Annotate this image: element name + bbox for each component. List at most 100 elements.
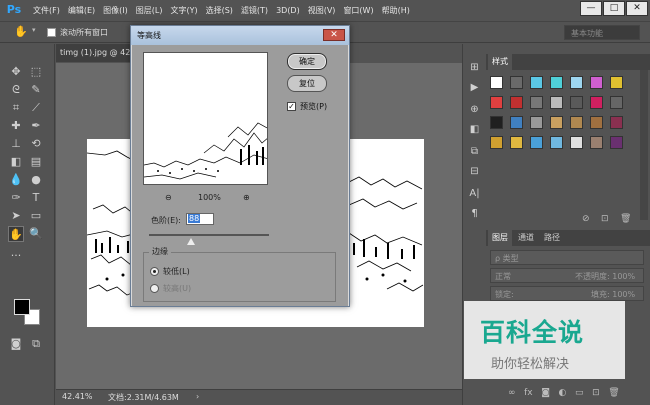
- rectangle-tool-icon[interactable]: ▭: [28, 208, 44, 224]
- scroll-all-windows-checkbox[interactable]: [47, 28, 56, 37]
- menu-window[interactable]: 窗口(W): [343, 5, 373, 16]
- quick-mask-icon[interactable]: ◙: [8, 336, 24, 352]
- fx-icon[interactable]: fx: [524, 388, 533, 398]
- hand-tool-icon[interactable]: ✋: [14, 25, 28, 38]
- style-item[interactable]: [490, 96, 503, 109]
- filter-preview[interactable]: [143, 52, 268, 185]
- new-style-icon[interactable]: ⊡: [601, 214, 609, 224]
- menu-file[interactable]: 文件(F): [33, 5, 60, 16]
- brush-tool-icon[interactable]: ✒: [28, 118, 44, 134]
- style-item[interactable]: [610, 136, 623, 149]
- menu-edit[interactable]: 编辑(E): [68, 5, 95, 16]
- level-input[interactable]: 88: [186, 213, 214, 225]
- adjustment-icon[interactable]: ◐: [559, 388, 567, 398]
- menu-filter[interactable]: 滤镜(T): [241, 5, 268, 16]
- history-brush-tool-icon[interactable]: ⟲: [28, 136, 44, 152]
- blend-mode-select[interactable]: 正常 不透明度: 100%: [490, 268, 644, 283]
- blur-tool-icon[interactable]: 💧: [8, 172, 24, 188]
- paragraph-panel-icon[interactable]: ¶: [467, 206, 482, 221]
- dialog-close-button[interactable]: ✕: [323, 29, 345, 41]
- delete-style-icon[interactable]: 🗑: [620, 214, 631, 224]
- tool-presets-icon[interactable]: ⊟: [467, 164, 482, 179]
- style-item[interactable]: [570, 136, 583, 149]
- style-item[interactable]: [590, 96, 603, 109]
- menu-select[interactable]: 选择(S): [206, 5, 233, 16]
- menu-type[interactable]: 文字(Y): [170, 5, 197, 16]
- crop-tool-icon[interactable]: ⌗: [8, 100, 24, 116]
- style-item[interactable]: [610, 76, 623, 89]
- menu-image[interactable]: 图像(I): [103, 5, 128, 16]
- document-tab[interactable]: timg (1).jpg @ 42.4%: [56, 44, 138, 62]
- style-item[interactable]: [590, 116, 603, 129]
- edge-lower-radio[interactable]: [150, 267, 159, 276]
- menu-help[interactable]: 帮助(H): [382, 5, 410, 16]
- character-panel-icon[interactable]: A|: [467, 186, 482, 201]
- ok-button[interactable]: 确定: [287, 53, 327, 70]
- brush-settings-icon[interactable]: ⊕: [467, 102, 482, 117]
- style-item[interactable]: [510, 116, 523, 129]
- quick-select-tool-icon[interactable]: ✎: [28, 82, 44, 98]
- level-slider-track[interactable]: [149, 234, 269, 236]
- chevron-right-icon[interactable]: ›: [196, 392, 199, 401]
- mask-icon[interactable]: ◙: [541, 388, 550, 398]
- style-item[interactable]: [570, 116, 583, 129]
- dodge-tool-icon[interactable]: ●: [28, 172, 44, 188]
- style-item[interactable]: [610, 96, 623, 109]
- workspace-select[interactable]: 基本功能: [564, 25, 640, 40]
- style-item[interactable]: [490, 116, 503, 129]
- style-item[interactable]: [550, 116, 563, 129]
- new-layer-icon[interactable]: ⊡: [592, 388, 600, 398]
- clone-stamp-tool-icon[interactable]: ⊥: [8, 136, 24, 152]
- clear-style-icon[interactable]: ⊘: [582, 214, 590, 224]
- close-button[interactable]: ✕: [626, 1, 648, 16]
- tab-layers[interactable]: 图层: [488, 230, 512, 246]
- style-item[interactable]: [510, 76, 523, 89]
- more-tools-icon[interactable]: ···: [8, 248, 24, 264]
- restore-button[interactable]: □: [603, 1, 625, 16]
- style-item[interactable]: [510, 136, 523, 149]
- group-icon[interactable]: ▭: [575, 388, 584, 398]
- styles-scrollbar[interactable]: [640, 70, 648, 220]
- zoom-level[interactable]: 42.41%: [62, 392, 93, 401]
- style-item[interactable]: [550, 76, 563, 89]
- zoom-tool-icon[interactable]: 🔍: [28, 226, 44, 242]
- foreground-color-swatch[interactable]: [14, 299, 30, 315]
- style-item[interactable]: [610, 116, 623, 129]
- actions-play-icon[interactable]: ▶: [467, 80, 482, 95]
- eyedropper-tool-icon[interactable]: ⟋: [28, 100, 44, 116]
- zoom-in-icon[interactable]: ⊕: [243, 193, 250, 202]
- style-item[interactable]: [530, 116, 543, 129]
- edge-upper-radio[interactable]: [150, 284, 159, 293]
- menu-layer[interactable]: 图层(L): [136, 5, 163, 16]
- lasso-tool-icon[interactable]: ᘓ: [8, 82, 24, 98]
- style-item[interactable]: [590, 136, 603, 149]
- minimize-button[interactable]: —: [580, 1, 602, 16]
- style-none[interactable]: [490, 76, 503, 89]
- level-slider-thumb[interactable]: [187, 238, 195, 245]
- history-panel-icon[interactable]: ⊞: [467, 60, 482, 75]
- gradient-tool-icon[interactable]: ▤: [28, 154, 44, 170]
- delete-layer-icon[interactable]: 🗑: [608, 388, 619, 398]
- tab-channels[interactable]: 通道: [514, 230, 538, 246]
- style-item[interactable]: [570, 76, 583, 89]
- style-item[interactable]: [590, 76, 603, 89]
- menu-3d[interactable]: 3D(D): [276, 6, 300, 15]
- style-item[interactable]: [510, 96, 523, 109]
- layer-filter-kind[interactable]: ρ 类型: [490, 250, 644, 265]
- move-tool-icon[interactable]: ✥: [8, 64, 24, 80]
- tab-paths[interactable]: 路径: [540, 230, 564, 246]
- preview-checkbox[interactable]: ✓: [287, 102, 296, 111]
- style-item[interactable]: [550, 96, 563, 109]
- style-item[interactable]: [550, 136, 563, 149]
- link-layers-icon[interactable]: ∞: [508, 388, 516, 398]
- brush-panel-icon[interactable]: ◧: [467, 122, 482, 137]
- style-item[interactable]: [530, 136, 543, 149]
- marquee-tool-icon[interactable]: ⬚: [28, 64, 44, 80]
- reset-button[interactable]: 复位: [287, 75, 327, 92]
- clone-source-icon[interactable]: ⧉: [467, 144, 482, 159]
- menu-view[interactable]: 视图(V): [308, 5, 336, 16]
- path-select-tool-icon[interactable]: ➤: [8, 208, 24, 224]
- zoom-out-icon[interactable]: ⊖: [165, 193, 172, 202]
- style-item[interactable]: [490, 136, 503, 149]
- screen-mode-icon[interactable]: ⧉: [28, 336, 44, 352]
